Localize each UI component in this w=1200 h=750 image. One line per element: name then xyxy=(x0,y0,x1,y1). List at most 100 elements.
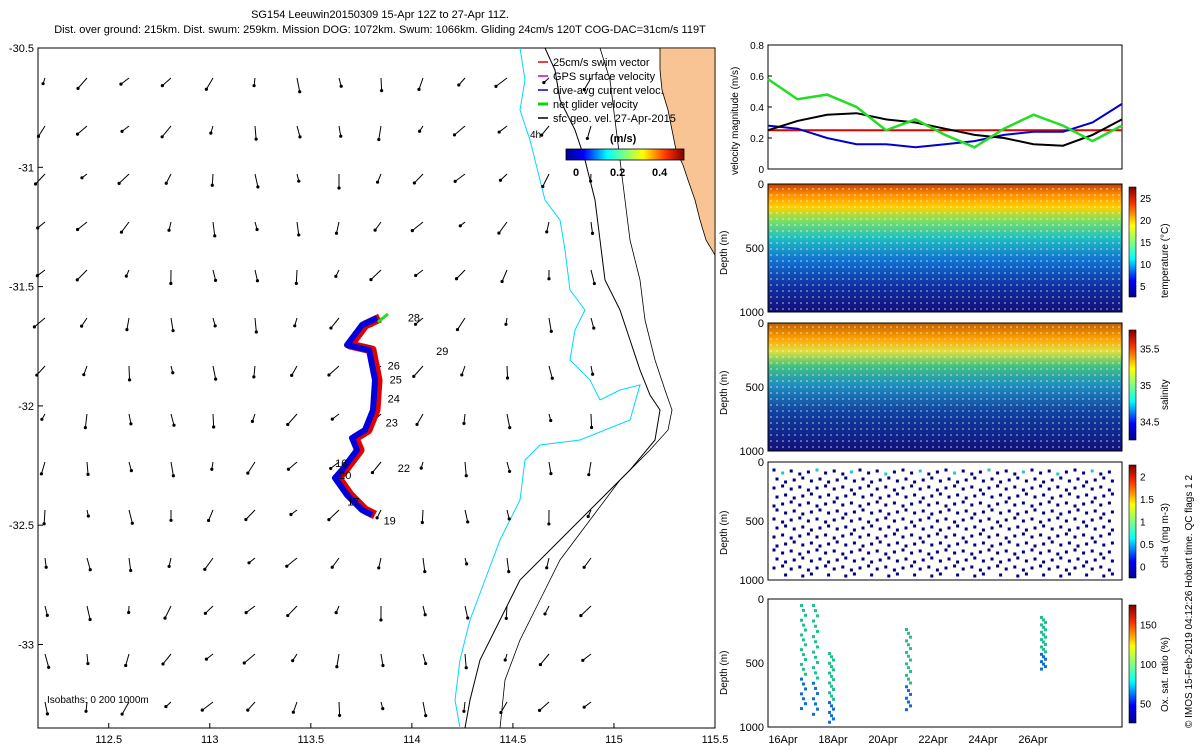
oxygen-sample xyxy=(800,648,803,652)
chla-sample xyxy=(1085,573,1089,577)
chla-sample xyxy=(775,544,779,548)
chla-sample xyxy=(852,572,856,576)
chla-sample xyxy=(852,510,856,514)
velocity-y-tick-label: 0.8 xyxy=(750,41,764,52)
chla-sample xyxy=(999,493,1003,497)
oxygen-sample xyxy=(802,638,805,642)
chla-sample xyxy=(801,525,805,529)
chla-sample xyxy=(1107,519,1111,523)
chla-sample xyxy=(781,484,785,488)
chla-sample xyxy=(927,472,931,476)
oxygen-sample xyxy=(832,668,835,672)
chla-sample xyxy=(1047,487,1051,491)
chla-sample xyxy=(784,480,788,484)
chla-sample xyxy=(904,508,908,512)
oxygen-sample xyxy=(909,647,912,651)
chla-sample xyxy=(930,543,934,547)
chla-sample xyxy=(964,558,968,562)
chla-sample xyxy=(961,549,965,553)
chla-sample xyxy=(849,532,853,536)
chla-sample xyxy=(1102,574,1106,578)
chla-sample xyxy=(1107,470,1111,474)
chla-sample xyxy=(1085,560,1089,564)
oxygen-sample xyxy=(907,631,910,635)
chla-sample xyxy=(1004,487,1008,491)
oxygen-sample xyxy=(800,707,803,711)
chla-sample xyxy=(789,500,793,504)
chla-sample xyxy=(927,552,931,556)
oxygen-sample xyxy=(828,691,831,695)
chla-sample xyxy=(1056,565,1060,569)
chla-sample xyxy=(781,533,785,537)
chla-sample xyxy=(1039,471,1043,475)
oxygen-sample xyxy=(814,624,817,628)
oxygen-sample xyxy=(832,688,835,691)
chla-sample xyxy=(961,469,965,473)
chla-sample xyxy=(852,528,856,532)
chla-sample xyxy=(858,468,862,472)
chla-sample xyxy=(867,564,871,568)
chla-sample xyxy=(824,502,828,506)
chla-sample xyxy=(841,485,845,489)
chla-cbar-label: chl-a (mg m-3) xyxy=(1160,503,1171,568)
chla-sample xyxy=(841,552,845,556)
chla-sample xyxy=(867,533,871,537)
chla-sample xyxy=(927,565,931,569)
oxygen-sample xyxy=(832,697,835,701)
chla-sample xyxy=(1085,511,1089,515)
chla-sample xyxy=(1093,509,1097,513)
chla-sample xyxy=(884,516,888,520)
chla-sample xyxy=(973,494,977,498)
chla-sample xyxy=(1007,509,1011,513)
oxygen-sample xyxy=(816,645,819,649)
chla-sample xyxy=(878,540,882,544)
chla-sample xyxy=(1007,478,1011,482)
oxygen-sample xyxy=(907,700,910,704)
chla-sample xyxy=(1090,536,1094,540)
salinity-colorbar xyxy=(1128,329,1137,441)
chla-sample xyxy=(815,548,819,552)
chla-sample xyxy=(858,486,862,490)
chla-sample xyxy=(1050,527,1054,531)
salinity-cbar-label: salinity xyxy=(1160,379,1171,410)
chla-sample xyxy=(990,477,994,481)
chla-sample xyxy=(815,486,819,490)
chla-sample xyxy=(938,479,942,483)
oxygen-sample xyxy=(804,687,807,691)
chla-sample xyxy=(987,468,991,472)
oxygen-sample xyxy=(828,720,831,724)
chla-sample xyxy=(784,493,788,497)
chla-sample xyxy=(1039,520,1043,524)
chla-sample xyxy=(944,468,948,472)
chla-sample xyxy=(953,484,957,488)
chla-sample xyxy=(996,484,1000,488)
chla-sample xyxy=(895,510,899,514)
chla-sample xyxy=(772,468,776,472)
oxygen-sample xyxy=(812,697,815,701)
chla-cbar-tick-label: 0.5 xyxy=(1140,540,1154,551)
chla-sample xyxy=(1039,533,1043,537)
chla-sample xyxy=(841,534,845,538)
chla-sample xyxy=(1059,512,1063,516)
chla-sample xyxy=(1013,472,1017,476)
chla-sample xyxy=(1042,480,1046,484)
chla-sample xyxy=(806,488,810,492)
chla-sample xyxy=(904,477,908,481)
chla-sample xyxy=(970,534,974,538)
chla-sample xyxy=(1064,519,1068,523)
oxygen-cbar-tick-label: 150 xyxy=(1140,621,1157,632)
chla-sample xyxy=(878,478,882,482)
temperature-ylabel: Depth (m) xyxy=(719,231,730,275)
chla-sample xyxy=(1021,550,1025,554)
oxygen-sample xyxy=(907,643,910,647)
chla-sample xyxy=(1033,508,1037,512)
chla-sample xyxy=(999,560,1003,564)
chla-sample xyxy=(973,476,977,480)
chla-sample xyxy=(981,572,985,576)
chla-sample xyxy=(892,532,896,536)
oxygen-sample xyxy=(907,666,910,670)
chla-sample xyxy=(1085,542,1089,546)
chla-sample xyxy=(1073,535,1077,539)
oxygen-sample xyxy=(909,635,912,639)
chla-sample xyxy=(1085,524,1089,528)
